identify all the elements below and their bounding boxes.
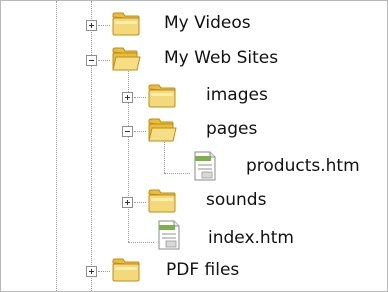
folder-icon: [112, 258, 140, 282]
tree-item-label: products.htm: [246, 156, 360, 176]
tree-item-label: PDF files: [166, 260, 240, 280]
html-file-icon: [158, 220, 180, 250]
collapse-button[interactable]: [86, 55, 97, 66]
tree-item-label: My Videos: [164, 13, 251, 33]
expand-button[interactable]: [122, 92, 133, 103]
tree-item-label: My Web Sites: [164, 48, 279, 68]
tree-item-images[interactable]: images: [1, 79, 387, 114]
folder-icon: [112, 12, 140, 36]
tree-item-products-htm[interactable]: products.htm: [1, 148, 387, 183]
tree-item-pdf-files[interactable]: PDF files: [1, 253, 387, 288]
tree-item-label: sounds: [206, 190, 267, 210]
tree-item-label: index.htm: [208, 228, 294, 248]
folder-icon: [148, 189, 176, 213]
folder-tree-panel: My Videos My Web Sites images pages prod…: [0, 0, 388, 292]
tree-item-label: images: [206, 85, 268, 105]
tree-item-index-htm[interactable]: index.htm: [1, 217, 387, 252]
collapse-button[interactable]: [122, 126, 133, 137]
expand-button[interactable]: [86, 266, 97, 277]
expand-button[interactable]: [122, 197, 133, 208]
minus-icon: [125, 131, 130, 132]
tree-item-label: pages: [206, 119, 258, 139]
plus-icon: [127, 95, 128, 100]
folder-open-icon: [148, 118, 177, 142]
expand-button[interactable]: [86, 20, 97, 31]
tree-item-sounds[interactable]: sounds: [1, 184, 387, 219]
html-file-icon: [194, 151, 216, 181]
tree-item-my-web-sites[interactable]: My Web Sites: [1, 42, 387, 77]
plus-icon: [127, 200, 128, 205]
plus-icon: [91, 23, 92, 28]
plus-icon: [91, 269, 92, 274]
minus-icon: [89, 60, 94, 61]
folder-open-icon: [112, 47, 141, 71]
tree-item-my-videos[interactable]: My Videos: [1, 7, 387, 42]
folder-icon: [148, 84, 176, 108]
tree-item-pages[interactable]: pages: [1, 113, 387, 148]
